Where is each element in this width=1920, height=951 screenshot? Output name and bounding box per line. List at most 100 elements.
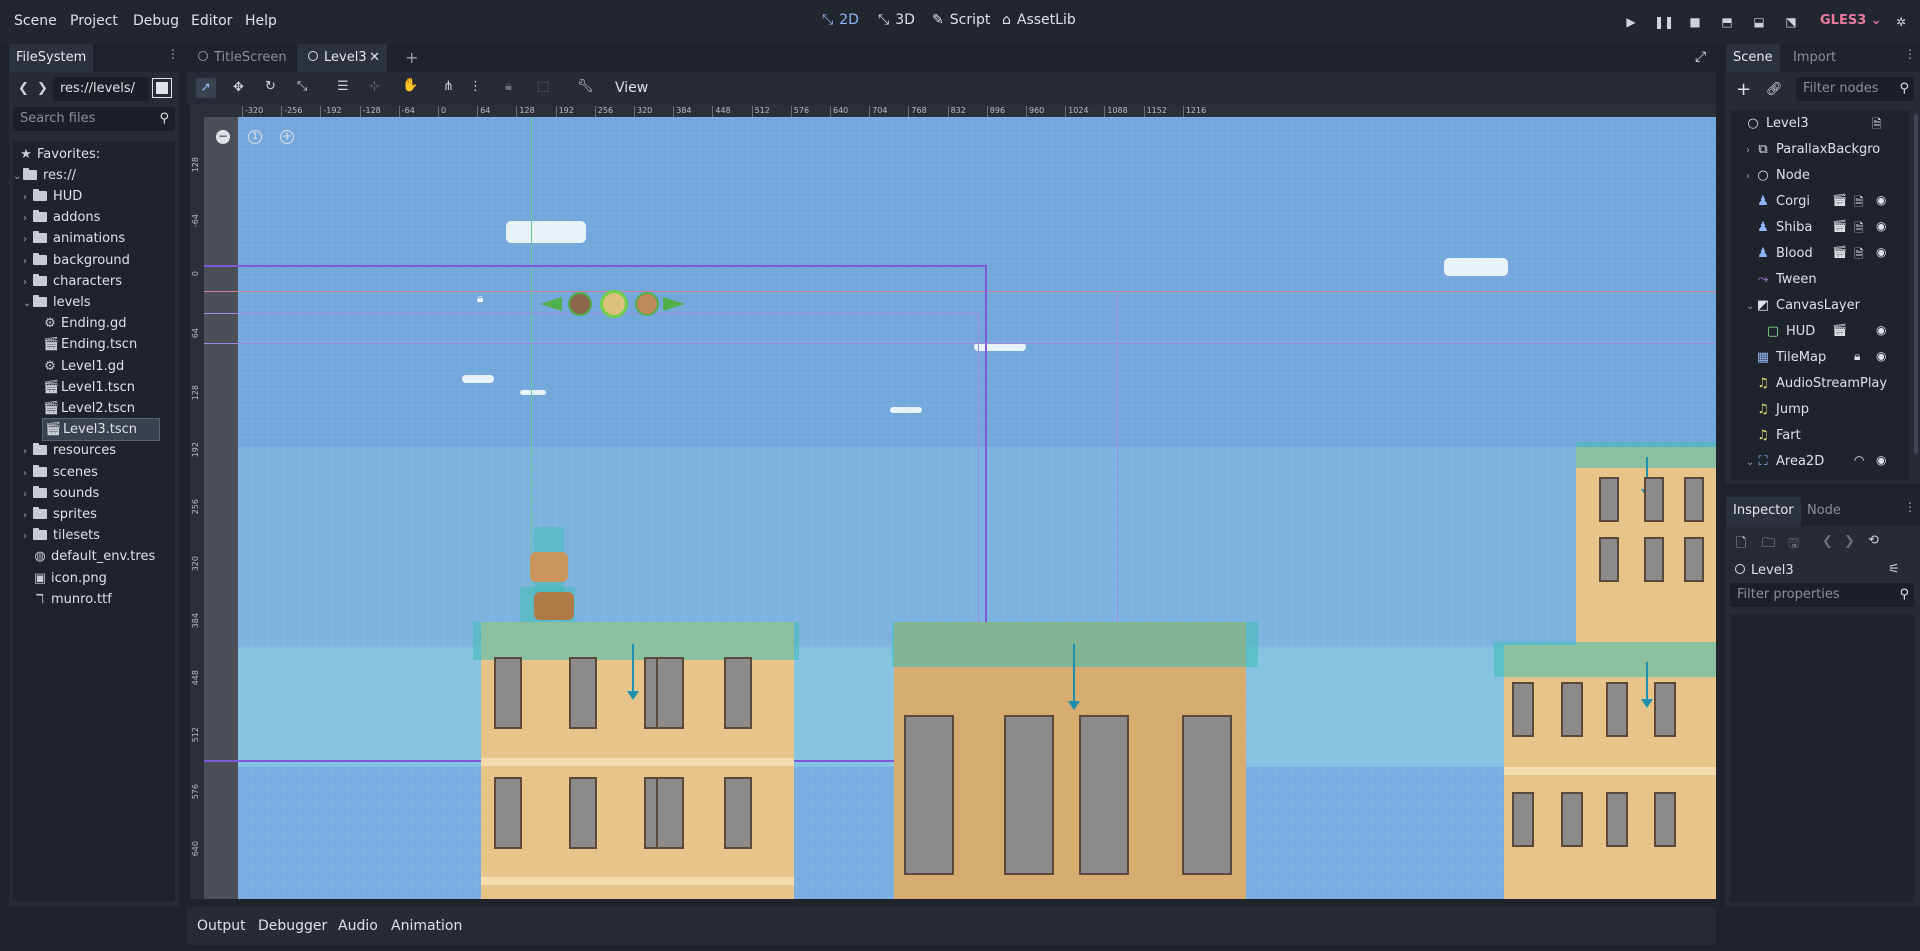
renderer-select[interactable]: GLES3 ⌄ (1820, 13, 1882, 28)
scene-tree-node[interactable]: ▢ HUD (1756, 321, 1815, 342)
workspace-3d-button[interactable]: ⤡ 3D (878, 12, 915, 28)
file-tree-item[interactable]: ◍ default_env.tres (23, 546, 155, 567)
scene-tree-node[interactable]: ♫ Fart (1746, 425, 1801, 446)
open-icon[interactable]: 🗀︎ (1762, 534, 1775, 556)
save-icon[interactable]: 🖫︎ (1788, 534, 1799, 556)
scene-instance-icon[interactable]: 🎬︎ (1832, 219, 1847, 233)
file-tree-item[interactable]: 🎬︎Level2.tscn (43, 398, 135, 419)
group-icon[interactable]: ⬚ (537, 79, 549, 94)
tab-import[interactable]: Import (1786, 44, 1843, 72)
scene-tree-node[interactable]: › ⧉ ParallaxBackgro (1746, 139, 1880, 160)
file-tree-item[interactable]: › animations (23, 228, 125, 249)
lock-icon[interactable]: 🔒︎ (505, 79, 512, 94)
menu-debug[interactable]: Debug (133, 13, 179, 29)
file-tree-item[interactable]: 🎬︎Level3.tscn (42, 418, 160, 442)
tab-filesystem[interactable]: FileSystem (9, 44, 94, 72)
scale-tool-icon[interactable]: ⤡ (297, 79, 307, 94)
split-mode-icon[interactable] (152, 78, 172, 98)
signal-icon[interactable]: ◠ (1854, 453, 1864, 467)
scene-instance-icon[interactable]: 🎬︎ (1832, 245, 1847, 259)
file-tree-item[interactable]: ▣ icon.png (23, 568, 107, 589)
scrollbar[interactable] (1914, 114, 1918, 454)
tab-debugger[interactable]: Debugger (258, 918, 327, 934)
workspace-assetlib-button[interactable]: ⌂ AssetLib (1002, 12, 1076, 28)
history-icon[interactable]: ⟲ (1868, 533, 1879, 548)
scene-tree-node[interactable]: ♫ Jump (1746, 399, 1809, 420)
visibility-icon[interactable]: ◉ (1876, 323, 1886, 337)
script-icon[interactable]: 🗎︎ (1854, 219, 1864, 240)
lock-icon[interactable]: 🔒︎ (1854, 349, 1860, 364)
workspace-script-button[interactable]: ✎ Script (932, 12, 990, 28)
skeleton-icon[interactable]: 🔧︎ (577, 79, 594, 94)
scene-tree-node[interactable]: ○ Level3 (1736, 113, 1808, 134)
filter-nodes-input[interactable]: Filter nodes ⚲ (1796, 77, 1914, 101)
visibility-icon[interactable]: ◉ (1876, 245, 1886, 259)
pause-icon[interactable]: ❚❚ (1654, 13, 1674, 31)
pivot-tool-icon[interactable]: ⊹ (369, 79, 380, 94)
search-files-input[interactable]: Search files ⚲ (13, 107, 175, 131)
path-input[interactable]: res://levels/ (53, 77, 149, 101)
scene-tree-node[interactable]: ♟ Corgi (1746, 191, 1810, 212)
visibility-icon[interactable]: ◉ (1876, 349, 1886, 363)
scene-instance-icon[interactable]: 🎬︎ (1832, 323, 1847, 337)
list-select-icon[interactable]: ☰ (337, 79, 349, 94)
menu-project[interactable]: Project (70, 13, 118, 29)
file-tree-item[interactable]: 🎬︎Ending.tscn (43, 334, 137, 355)
play-scene-icon[interactable]: ⬓ (1750, 13, 1768, 31)
play-icon[interactable]: ▶ (1622, 13, 1640, 31)
visibility-icon[interactable]: ◉ (1876, 453, 1886, 467)
file-tree-item[interactable]: › HUD (23, 186, 82, 207)
file-tree-item[interactable]: 🎬︎Level1.tscn (43, 377, 135, 398)
scene-tree-node[interactable]: ⤳ Tween (1746, 269, 1817, 290)
forward-icon[interactable]: ❯ (37, 81, 48, 96)
add-tab-icon[interactable]: + (405, 48, 418, 67)
chevron-right-icon[interactable]: ❯ (1844, 534, 1855, 549)
snap-icon[interactable]: ⋔ (443, 79, 454, 94)
scene-tree-node[interactable]: ♟ Blood (1746, 243, 1813, 264)
file-tree-item[interactable]: ⚙ Ending.gd (43, 313, 126, 334)
rotate-tool-icon[interactable]: ↻ (265, 79, 276, 94)
snap-options-icon[interactable]: ⋮ (469, 79, 482, 94)
menu-scene[interactable]: Scene (14, 13, 57, 29)
zoom-out-icon[interactable]: − (216, 130, 230, 144)
kebab-menu-icon[interactable]: ⋮ (1904, 48, 1916, 60)
favorites-item[interactable]: ★ Favorites: (19, 144, 100, 165)
kebab-menu-icon[interactable]: ⋮ (167, 48, 179, 60)
view-menu[interactable]: View (615, 80, 648, 96)
inspected-object[interactable]: Level3 (1735, 563, 1794, 578)
scene-instance-icon[interactable]: 🎬︎ (1832, 193, 1847, 207)
file-tree-item[interactable]: ℸ munro.ttf (23, 589, 112, 610)
zoom-in-icon[interactable]: + (280, 130, 294, 144)
scene-tree-node[interactable]: ▭CollisionSh (1756, 477, 1857, 480)
script-icon[interactable]: 🗎︎ (1872, 115, 1882, 136)
file-tree-item[interactable]: › tilesets (23, 525, 100, 546)
add-node-icon[interactable]: + (1736, 79, 1751, 100)
script-icon[interactable]: 🗎︎ (1854, 245, 1864, 266)
back-icon[interactable]: ❮ (18, 81, 29, 96)
visibility-icon[interactable]: ◉ (1876, 219, 1886, 233)
link-icon[interactable]: 🔗︎ (1766, 82, 1783, 97)
scene-tree-node[interactable]: ♟ Shiba (1746, 217, 1812, 238)
script-icon[interactable]: 🗎︎ (1854, 193, 1864, 214)
tab-inspector[interactable]: Inspector (1726, 497, 1801, 525)
object-properties-icon[interactable]: ⚟ (1888, 562, 1900, 577)
tab-node[interactable]: Node (1800, 497, 1848, 525)
scene-tree-node[interactable]: › ○ Node (1746, 165, 1810, 186)
file-tree-item[interactable]: › sprites (23, 504, 97, 525)
kebab-menu-icon[interactable]: ⋮ (1904, 501, 1916, 513)
pan-tool-icon[interactable]: ✋ (402, 78, 418, 93)
scene-tree-node[interactable]: ⌄ ⛶ Area2D (1746, 451, 1824, 472)
select-tool-icon[interactable]: ➚ (196, 78, 216, 98)
tab-animation[interactable]: Animation (391, 918, 462, 934)
distraction-free-icon[interactable]: ⤢ (1695, 49, 1706, 65)
menu-editor[interactable]: Editor (191, 13, 232, 29)
stop-icon[interactable]: ■ (1686, 13, 1704, 31)
file-tree-item[interactable]: › background (23, 250, 130, 271)
file-tree-item[interactable]: ⚙ Level1.gd (43, 356, 124, 377)
file-tree-item[interactable]: › addons (23, 207, 100, 228)
tab-audio[interactable]: Audio (338, 918, 378, 934)
play-custom-scene-icon[interactable]: ⬔ (1782, 13, 1800, 31)
tab-level3[interactable]: Level3 ✕ (297, 44, 387, 72)
chevron-left-icon[interactable]: ❮ (1822, 534, 1833, 549)
move-tool-icon[interactable]: ✥ (233, 80, 244, 95)
